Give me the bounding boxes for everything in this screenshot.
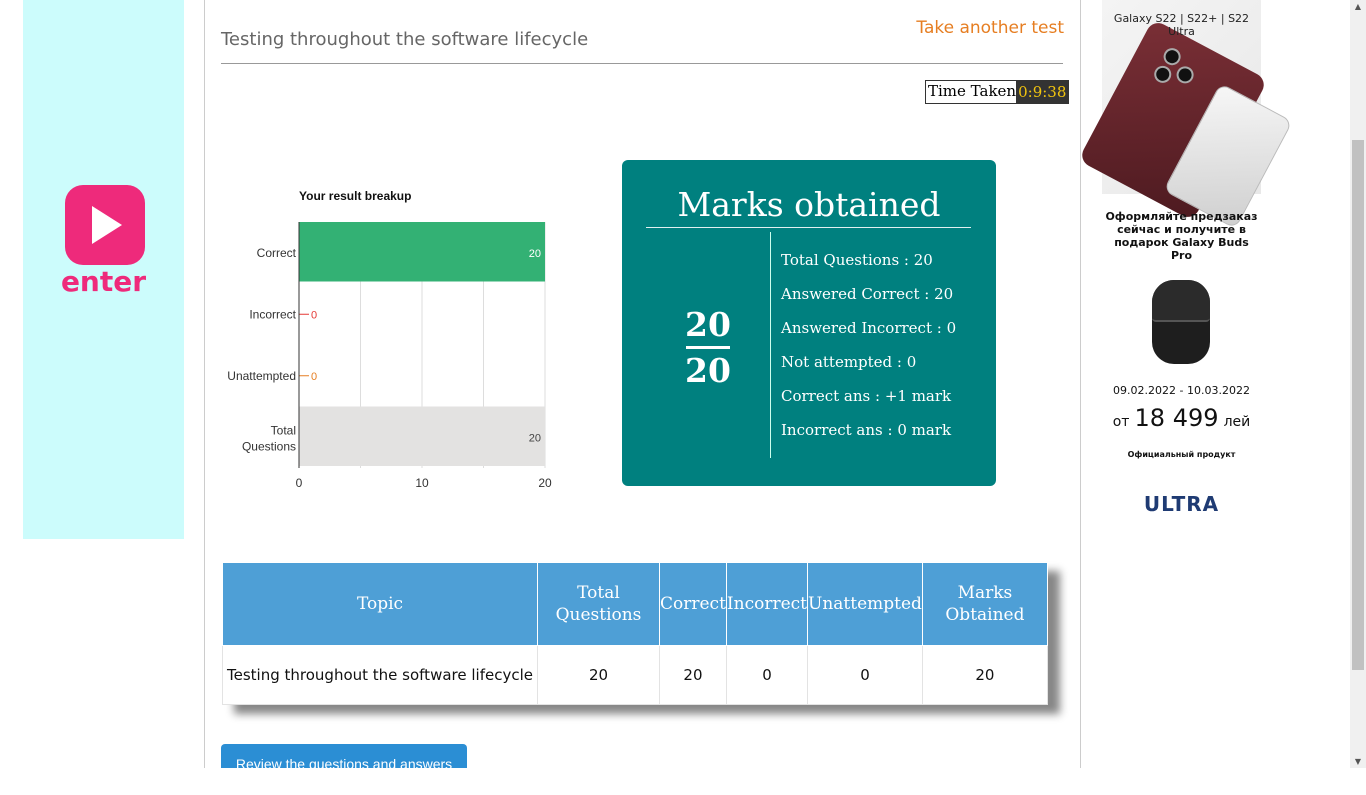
result-breakup-chart: Your result breakup 20 Correct 0 Incorrect 0 U… xyxy=(221,180,561,490)
cell-marks-obtained: 20 xyxy=(921,645,1048,705)
chart-data-label: 0 xyxy=(311,371,317,383)
stat-correct-mark: Correct ans : +1 mark xyxy=(781,387,952,405)
ad-brand-logo: ULTRA xyxy=(1143,492,1220,516)
page-title: Testing throughout the software lifecycl… xyxy=(221,29,589,50)
topic-results-table-wrapper: Topic Total Questions Correct Incorrect … xyxy=(222,562,1048,705)
chart-category-label: Total xyxy=(271,423,296,437)
ad-currency: лей xyxy=(1223,414,1251,430)
fraction-line xyxy=(686,346,730,349)
header-unattempted: Unattempted xyxy=(807,562,923,646)
score-denominator: 20 xyxy=(685,351,731,390)
scroll-up-arrow-icon[interactable]: ▲ xyxy=(1350,2,1366,11)
marks-divider xyxy=(646,227,971,228)
table-row: Testing throughout the software lifecycl… xyxy=(222,645,1048,705)
chart-category-label: Unattempted xyxy=(227,369,296,383)
time-taken-value: 0:9:38 xyxy=(1016,81,1069,103)
stat-not-attempted: Not attempted : 0 xyxy=(781,353,917,371)
result-breakup-chart-svg: Your result breakup 20 Correct 0 Incorrect 0 U… xyxy=(227,189,552,490)
main-content: Testing throughout the software lifecycl… xyxy=(204,0,1081,784)
header-topic: Topic xyxy=(222,562,538,646)
marks-obtained-title: Marks obtained xyxy=(677,185,941,224)
camera-lens-icon xyxy=(1173,63,1197,87)
topic-results-table: Topic Total Questions Correct Incorrect … xyxy=(222,562,1048,705)
play-icon xyxy=(92,206,122,244)
scrollbar-thumb[interactable] xyxy=(1352,140,1364,670)
marks-vertical-divider xyxy=(770,232,771,458)
chart-x-tick-label: 10 xyxy=(415,476,429,490)
time-taken-box: Time Taken 0:9:38 xyxy=(925,80,1070,104)
stat-answered-correct: Answered Correct : 20 xyxy=(781,285,954,303)
chart-x-tick-label: 20 xyxy=(538,476,552,490)
ad-price: 18 499 xyxy=(1134,404,1219,432)
cell-total-questions: 20 xyxy=(537,645,660,705)
header-total-questions: Total Questions xyxy=(537,562,660,646)
score-numerator: 20 xyxy=(685,305,731,344)
marks-obtained-panel: Marks obtained 20 20 Total Questions : 2… xyxy=(622,160,996,486)
chart-title: Your result breakup xyxy=(299,189,411,203)
ad-price-line: от 18 499 лей xyxy=(1102,404,1261,432)
cell-topic: Testing throughout the software lifecycl… xyxy=(222,645,538,705)
cell-correct: 20 xyxy=(659,645,727,705)
score-fraction: 20 20 xyxy=(672,305,744,390)
ad-dates: 09.02.2022 - 10.03.2022 xyxy=(1113,384,1250,397)
cell-unattempted: 0 xyxy=(807,645,923,705)
take-another-test-link[interactable]: Take another test xyxy=(916,18,1064,38)
enter-play-logo xyxy=(65,185,145,265)
chart-category-label: Questions xyxy=(242,439,296,453)
right-advertisement[interactable]: Galaxy S22 | S22+ | S22 Ultra Оформляйте… xyxy=(1078,0,1293,540)
table-header-row: Topic Total Questions Correct Incorrect … xyxy=(222,562,1048,646)
time-taken-label: Time Taken xyxy=(926,81,1017,103)
bottom-strip xyxy=(0,768,1366,795)
ad-official-text: Официальный продукт xyxy=(1127,450,1236,459)
chart-bar-correct xyxy=(299,222,545,282)
chart-bar-total-questions xyxy=(299,406,545,466)
scroll-down-arrow-icon[interactable]: ▼ xyxy=(1350,757,1366,766)
galaxy-buds-image xyxy=(1152,280,1210,364)
cell-incorrect: 0 xyxy=(725,645,809,705)
chart-category-label: Incorrect xyxy=(249,307,296,321)
stat-total-questions: Total Questions : 20 xyxy=(781,251,933,269)
camera-lens-icon xyxy=(1151,62,1175,86)
chart-category-label: Correct xyxy=(257,246,297,260)
stat-answered-incorrect: Answered Incorrect : 0 xyxy=(781,319,957,337)
enter-brand-text: enter xyxy=(60,265,147,298)
header-correct: Correct xyxy=(659,562,727,646)
ad-headline: Galaxy S22 | S22+ | S22 Ultra xyxy=(1113,12,1250,38)
ad-price-prefix: от xyxy=(1112,414,1130,430)
vertical-scrollbar[interactable]: ▲ ▼ xyxy=(1350,0,1366,768)
stat-incorrect-mark: Incorrect ans : 0 mark xyxy=(781,421,952,439)
ad-promo-text: Оформляйте предзаказ сейчас и получите в… xyxy=(1105,210,1258,262)
header-incorrect: Incorrect xyxy=(725,562,809,646)
header-marks-obtained: Marks Obtained xyxy=(921,562,1048,646)
chart-data-label: 20 xyxy=(529,432,541,444)
chart-data-label: 20 xyxy=(529,248,541,260)
marks-stats-list: Total Questions : 20 Answered Correct : … xyxy=(781,248,956,452)
title-divider xyxy=(221,63,1063,64)
left-advertisement[interactable]: enter xyxy=(23,0,184,539)
buds-lid xyxy=(1152,280,1210,322)
chart-x-tick-label: 0 xyxy=(296,476,303,490)
chart-data-label: 0 xyxy=(311,309,317,321)
